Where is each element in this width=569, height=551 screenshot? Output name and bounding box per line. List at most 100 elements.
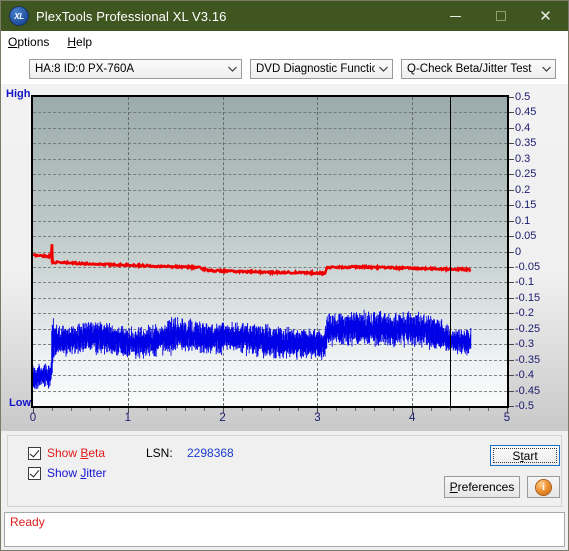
x-tick-mark-minor [146,408,148,411]
y-tick-mark [509,297,514,299]
chart-traces [33,97,507,406]
close-button[interactable]: ✕ [523,1,568,31]
focus-rect [493,448,557,463]
y-tick-label: 0.35 [515,137,537,150]
menu-bar: Options Help [1,31,568,53]
start-button[interactable]: Start [490,445,560,466]
y-tick-label: 0.2 [515,183,531,196]
x-tick-mark-minor [279,408,281,411]
series-jitter [33,309,472,390]
y-tick-label: -0.2 [515,307,534,320]
xl-logo-icon: XL [10,7,28,25]
preferences-button[interactable]: Preferences [444,476,520,498]
y-tick-mark [509,127,514,129]
y-tick-mark [509,282,514,284]
plextools-window: XL PlexTools Professional XL V3.16 ✕ Opt… [0,0,569,551]
y-tick-label: 0.3 [515,152,531,165]
show-beta-checkbox[interactable] [28,446,41,460]
show-jitter-row[interactable]: Show Jitter [28,466,106,480]
y-tick-label: -0.45 [515,384,541,397]
y-tick-label: 0.15 [515,199,537,212]
plot-area[interactable] [31,95,509,408]
show-jitter-checkbox[interactable] [28,466,41,480]
chevron-down-icon [224,60,241,78]
y-tick-mark [509,359,514,361]
x-tick-mark-minor [51,408,53,411]
menu-help-rest: elp [76,34,93,49]
menu-item-options[interactable]: Options [8,35,49,49]
x-tick-mark-minor [355,408,357,411]
x-tick-label: 4 [408,412,416,424]
y-tick-mark [509,205,514,207]
y-tick-mark [509,406,514,407]
test-select-value: Q-Check Beta/Jitter Test [407,62,532,75]
series-beta [33,244,472,277]
chevron-down-icon [375,60,392,78]
test-select[interactable]: Q-Check Beta/Jitter Test [401,58,556,79]
y-tick-label: 0.5 [515,91,531,103]
y-tick-label: 0.1 [515,214,531,227]
y-tick-label: 0.4 [515,121,531,134]
window-title: PlexTools Professional XL V3.16 [36,8,227,24]
x-tick-mark-minor [241,408,243,411]
y-tick-mark [509,97,514,98]
y-tick-mark [509,236,514,238]
y-tick-mark [509,112,514,114]
y-tick-label: -0.05 [515,260,541,273]
drive-select[interactable]: HA:8 ID:0 PX-760A [29,58,242,79]
toolbar: HA:8 ID:0 PX-760A DVD Diagnostic Functio… [1,53,568,84]
cursor-marker-line [450,97,452,406]
show-jitter-label: Show Jitter [47,466,107,480]
y-tick-mark [509,189,514,191]
x-tick-mark-minor [203,408,205,411]
y-tick-mark [509,266,514,268]
show-beta-row[interactable]: Show Beta [28,446,105,460]
y-tick-mark [509,313,514,315]
chart-panel: High Low 0.5 0.45 0.4 0.35 0.3 0.25 0.2 0.15 0.1… [1,84,568,431]
y-tick-mark [509,143,514,145]
x-tick-mark-minor [89,408,91,411]
minimize-button[interactable] [433,1,478,31]
title-bar: XL PlexTools Professional XL V3.16 ✕ [1,1,568,31]
x-tick-label: 3 [314,412,321,424]
x-tick-label: 0 [29,412,37,424]
x-tick-mark-minor [469,408,471,411]
y-tick-mark [509,375,514,377]
show-beta-label: Show Beta [47,446,106,460]
menu-item-help[interactable]: Help [67,35,92,49]
x-tick-label: 1 [124,412,131,424]
y-tick-mark [509,220,514,222]
y-tick-label: 0.25 [515,168,537,181]
y-tick-mark [509,158,514,160]
x-tick-mark-minor [374,408,376,411]
y-tick-mark [509,344,514,346]
x-tick-label: 5 [503,412,511,424]
y-tick-mark [509,174,514,176]
x-tick-mark-minor [260,408,262,411]
function-select[interactable]: DVD Diagnostic Functions [250,58,393,79]
y-tick-label: 0.05 [515,230,537,243]
x-tick-mark-minor [108,408,110,411]
y-tick-label: -0.15 [515,291,541,304]
chevron-down-icon [538,60,555,78]
maximize-button[interactable] [478,1,523,31]
window-controls: ✕ [433,1,568,31]
y-tick-label: 0.45 [515,106,537,119]
y-tick-mark [509,390,514,392]
x-tick-mark-minor [336,408,338,411]
axis-label-low: Low [9,397,31,409]
trace-svg [33,244,472,390]
x-tick-mark-minor [165,408,167,411]
x-tick-mark-minor [70,408,72,411]
info-button[interactable]: i [527,476,560,498]
x-tick-mark-minor [393,408,395,411]
y-tick-label: -0.35 [515,353,541,366]
y-tick-mark [509,328,514,330]
x-tick-mark-minor [488,408,490,411]
y-tick-label: -0.4 [515,369,534,382]
y-tick-label: -0.5 [515,400,534,412]
lsn-value: 2298368 [187,446,234,460]
preferences-button-label: Preferences [449,480,515,494]
y-tick-mark [509,251,514,253]
x-tick-mark-minor [450,408,452,411]
